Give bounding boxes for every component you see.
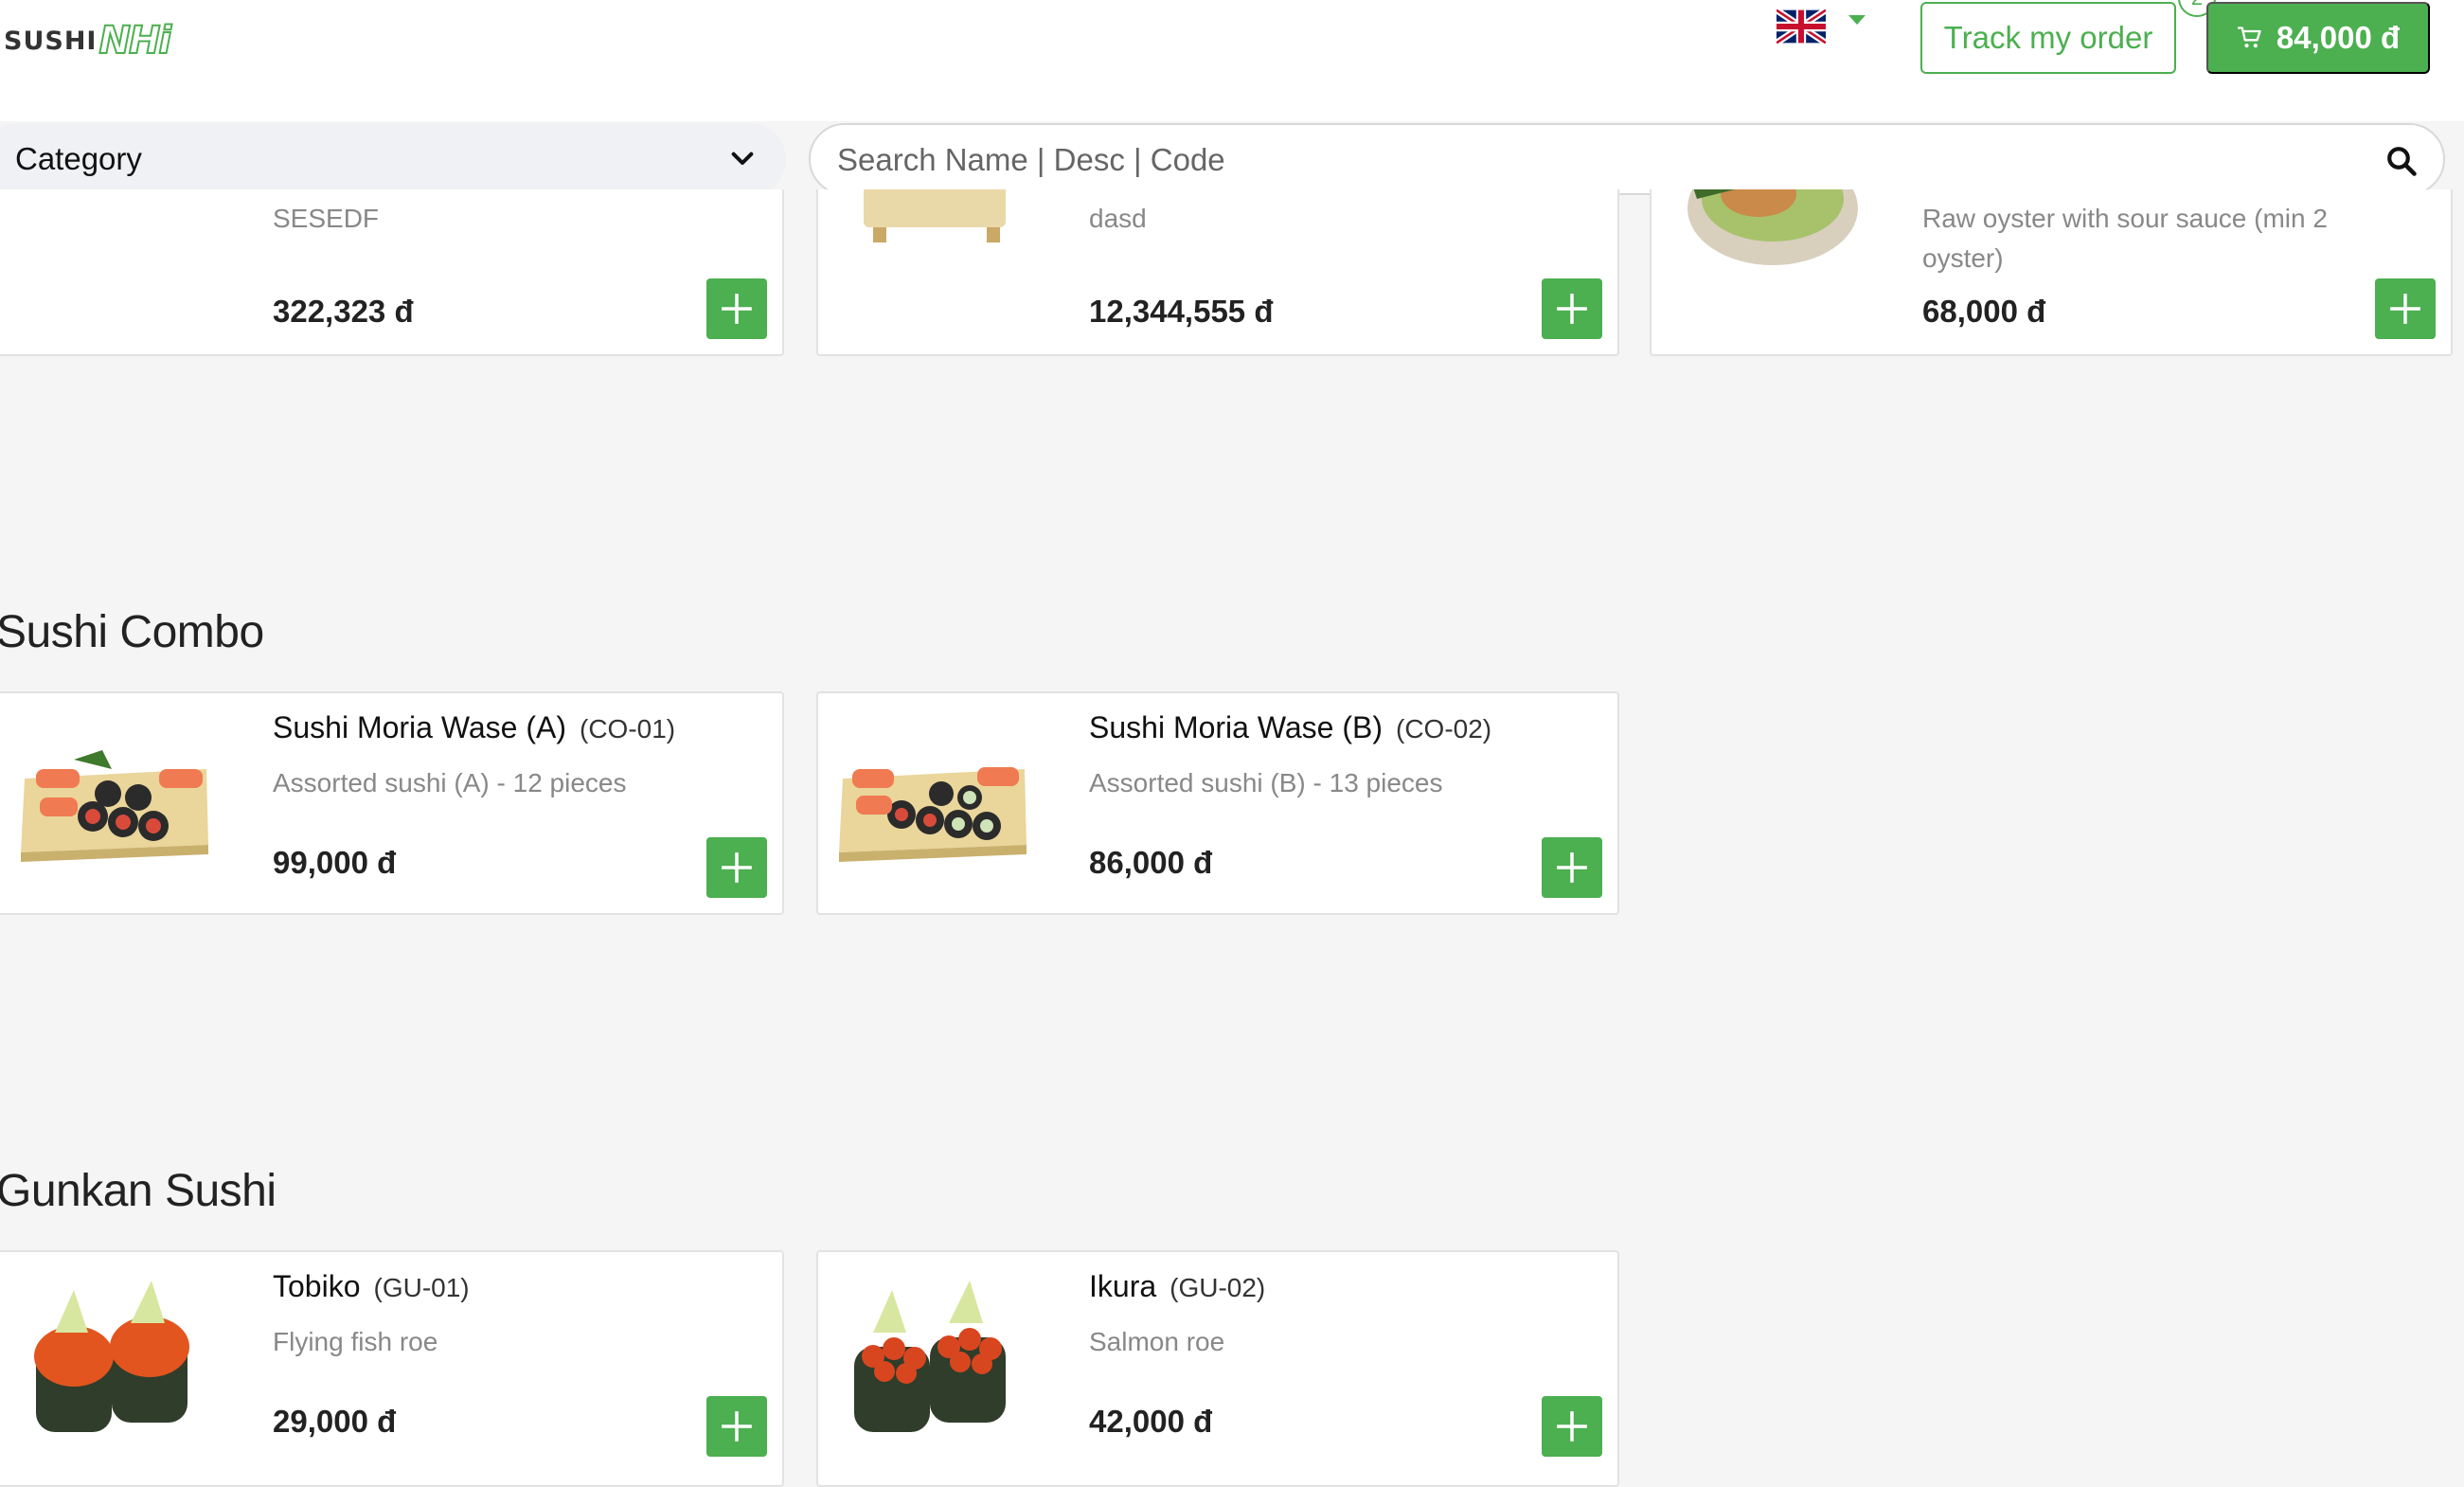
plus-icon [722,1411,752,1442]
product-name-row[interactable]: Ikura (GU-02) [1089,1269,1265,1304]
product-price: 12,344,555 đ [1089,294,1274,329]
add-to-cart-button[interactable] [706,837,767,898]
uk-flag-icon[interactable] [1777,9,1826,44]
section-title: Gunkan Sushi [0,1166,277,1216]
add-to-cart-button[interactable] [706,1396,767,1457]
product-card: SESEDF 322,323 đ [0,189,784,356]
product-name: Sushi Moria Wase (A) [273,710,566,744]
chevron-down-icon [731,152,754,165]
product-desc: Assorted sushi (B) - 13 pieces [1089,768,1443,797]
plus-icon [722,294,752,324]
top-header: SUSHI NHi Track my order 2 84,000 đ Cate… [0,0,2464,195]
language-dropdown-caret-icon[interactable] [1848,15,1866,25]
tobiko-gunkan-image [34,1281,189,1432]
track-order-button[interactable]: Track my order [1920,2,2176,74]
plus-icon [1557,852,1587,883]
product-desc: Salmon roe [1089,1327,1225,1356]
product-code: (CO-01) [580,714,676,744]
product-card: Tobiko (GU-01) Flying fish roe 29,000 đ [0,1250,784,1487]
search-input[interactable] [835,134,2335,186]
product-desc: Raw oyster with sour sauce (min 2 oyster… [1922,204,2328,273]
add-to-cart-button[interactable] [1542,837,1602,898]
plus-icon [1557,1411,1587,1442]
product-code: (GU-01) [373,1273,470,1302]
product-price: 86,000 đ [1089,845,1213,880]
cart-icon [2238,27,2261,48]
plus-icon [1557,294,1587,324]
product-name-row[interactable]: Tobiko (GU-01) [273,1269,470,1304]
product-card: dasd 12,344,555 đ [816,189,1619,356]
product-desc: Flying fish roe [273,1327,438,1356]
logo-text-sushi: SUSHI [4,26,98,56]
cart-total: 84,000 đ [2276,20,2401,55]
product-code: (CO-02) [1396,714,1492,744]
oyster-image [1687,189,1858,265]
category-label: Category [15,141,142,176]
product-name: Ikura [1089,1269,1157,1303]
logo-text-nhi: NHi [98,18,172,63]
product-desc: SESEDF [273,204,380,233]
product-price: 29,000 đ [273,1404,397,1439]
product-code: (GU-02) [1170,1273,1266,1302]
ikura-gunkan-image [854,1281,1006,1432]
product-name-row[interactable]: Sushi Moria Wase (B) (CO-02) [1089,710,1491,745]
product-desc: dasd [1089,204,1147,233]
product-name: Sushi Moria Wase (B) [1089,710,1383,744]
sushi-platter-image [839,767,1027,862]
search-bar [809,123,2445,195]
product-price: 68,000 đ [1922,294,2046,329]
product-card: Raw oyster with sour sauce (min 2 oyster… [1650,189,2453,356]
category-dropdown[interactable]: Category [0,123,786,195]
product-card: Sushi Moria Wase (A) (CO-01) Assorted sus… [0,691,784,915]
sushi-platter-image [21,750,208,862]
product-card: Ikura (GU-02) Salmon roe 42,000 đ [816,1250,1619,1487]
plus-icon [722,852,752,883]
cart-button[interactable]: 84,000 đ [2206,2,2430,74]
add-to-cart-button[interactable] [2375,278,2436,339]
add-to-cart-button[interactable] [1542,278,1602,339]
section-title: Sushi Combo [0,607,264,657]
product-card: Sushi Moria Wase (B) (CO-02) Assorted sus… [816,691,1619,915]
search-icon[interactable] [2384,144,2419,178]
plus-icon [2390,294,2420,324]
add-to-cart-button[interactable] [706,278,767,339]
product-price: 42,000 đ [1089,1404,1213,1439]
add-to-cart-button[interactable] [1542,1396,1602,1457]
product-price: 322,323 đ [273,294,414,329]
product-desc: Assorted sushi (A) - 12 pieces [273,768,627,797]
product-price: 99,000 đ [273,845,397,880]
sushi-roll-image [864,189,1006,242]
product-name: Tobiko [273,1269,361,1303]
product-name-row[interactable]: Sushi Moria Wase (A) (CO-01) [273,710,675,745]
brand-logo[interactable]: SUSHI NHi [4,17,172,64]
